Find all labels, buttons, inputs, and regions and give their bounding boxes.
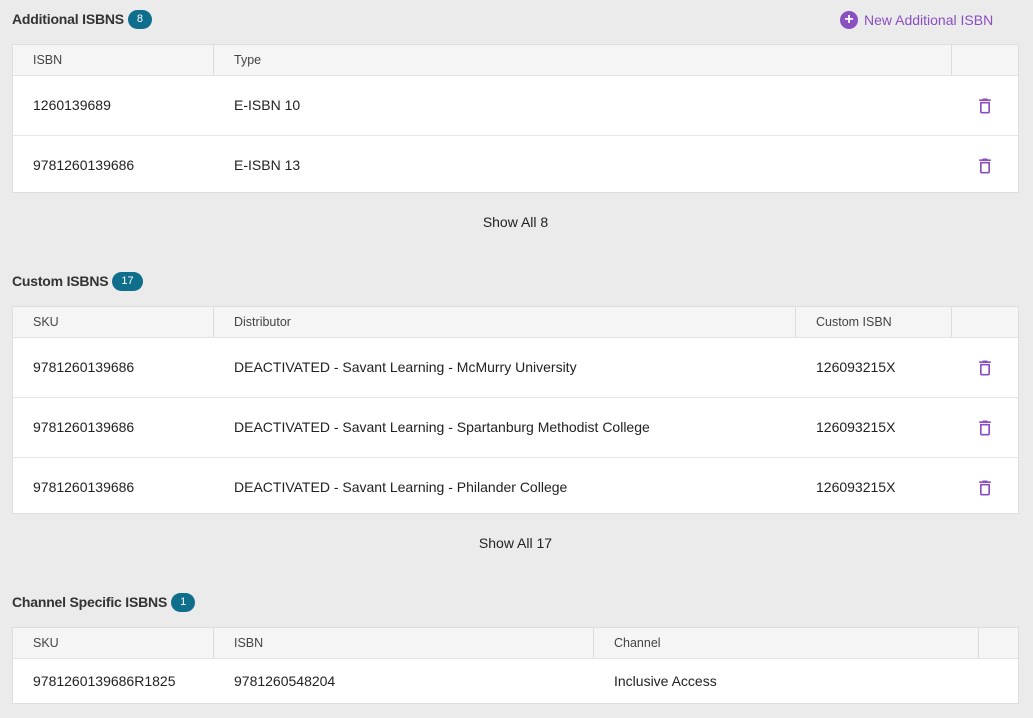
table-header: SKU Distributor Custom ISBN: [13, 307, 1018, 338]
column-header-sku[interactable]: SKU: [13, 628, 214, 658]
column-header-custom-isbn[interactable]: Custom ISBN: [796, 307, 952, 337]
table-row: 9781260139686 DEACTIVATED - Savant Learn…: [13, 338, 1018, 398]
custom-isbn-cell: 126093215X: [816, 359, 896, 375]
count-badge: 17: [112, 271, 143, 291]
sku-cell: 9781260139686R1825: [33, 673, 176, 689]
new-additional-isbn-label: New Additional ISBN: [864, 12, 994, 28]
custom-isbns-header: Custom ISBNS 17: [12, 269, 143, 293]
sku-cell: 9781260139686: [33, 419, 135, 435]
plus-circle-icon: +: [840, 11, 858, 29]
column-header-actions: [952, 307, 1018, 337]
additional-isbns-header: Additional ISBNS 8: [12, 7, 153, 31]
column-header-distributor[interactable]: Distributor: [214, 307, 796, 337]
type-cell: E-ISBN 10: [234, 97, 301, 113]
column-header-sku[interactable]: SKU: [13, 307, 214, 337]
column-header-actions: [979, 628, 1018, 658]
table-row: 9781260139686R1825 9781260548204 Inclusi…: [13, 659, 1018, 704]
show-all-custom-button[interactable]: Show All 17: [12, 533, 1019, 553]
column-header-actions: [952, 45, 1018, 75]
channel-isbns-table: SKU ISBN Channel 9781260139686R1825 9781…: [12, 627, 1019, 704]
table-header: SKU ISBN Channel: [13, 628, 1018, 659]
count-badge: 8: [127, 9, 153, 29]
custom-isbns-table: SKU Distributor Custom ISBN 978126013968…: [12, 306, 1019, 514]
distributor-cell: DEACTIVATED - Savant Learning - McMurry …: [234, 359, 577, 375]
table-row: 9781260139686 E-ISBN 13: [13, 136, 1018, 195]
section-title: Custom ISBNS: [12, 273, 109, 289]
isbn-cell: 9781260139686: [33, 157, 135, 173]
section-title: Additional ISBNS: [12, 11, 124, 27]
custom-isbn-cell: 126093215X: [816, 419, 896, 435]
table-header: ISBN Type: [13, 45, 1018, 76]
channel-cell: Inclusive Access: [614, 673, 717, 689]
section-title: Channel Specific ISBNS: [12, 594, 168, 610]
distributor-cell: DEACTIVATED - Savant Learning - Spartanb…: [234, 419, 650, 435]
table-row: 1260139689 E-ISBN 10: [13, 76, 1018, 136]
additional-isbns-table: ISBN Type 1260139689 E-ISBN 10 978126013…: [12, 44, 1019, 193]
isbn-cell: 9781260548204: [234, 673, 336, 689]
new-additional-isbn-button[interactable]: + New Additional ISBN: [840, 10, 993, 30]
count-badge: 1: [171, 592, 196, 612]
column-header-isbn[interactable]: ISBN: [13, 45, 214, 75]
show-all-additional-button[interactable]: Show All 8: [12, 212, 1019, 232]
sku-cell: 9781260139686: [33, 359, 135, 375]
trash-icon[interactable]: [975, 96, 995, 116]
trash-icon[interactable]: [975, 478, 995, 498]
column-header-isbn[interactable]: ISBN: [214, 628, 594, 658]
distributor-cell: DEACTIVATED - Savant Learning - Philande…: [234, 479, 568, 495]
sku-cell: 9781260139686: [33, 479, 135, 495]
trash-icon[interactable]: [975, 358, 995, 378]
type-cell: E-ISBN 13: [234, 157, 301, 173]
column-header-channel[interactable]: Channel: [594, 628, 979, 658]
trash-icon[interactable]: [975, 156, 995, 176]
table-row: 9781260139686 DEACTIVATED - Savant Learn…: [13, 398, 1018, 458]
custom-isbn-cell: 126093215X: [816, 479, 896, 495]
table-row: 9781260139686 DEACTIVATED - Savant Learn…: [13, 458, 1018, 517]
trash-icon[interactable]: [975, 418, 995, 438]
channel-isbns-header: Channel Specific ISBNS 1: [12, 590, 196, 614]
isbn-cell: 1260139689: [33, 97, 111, 113]
column-header-type[interactable]: Type: [214, 45, 952, 75]
